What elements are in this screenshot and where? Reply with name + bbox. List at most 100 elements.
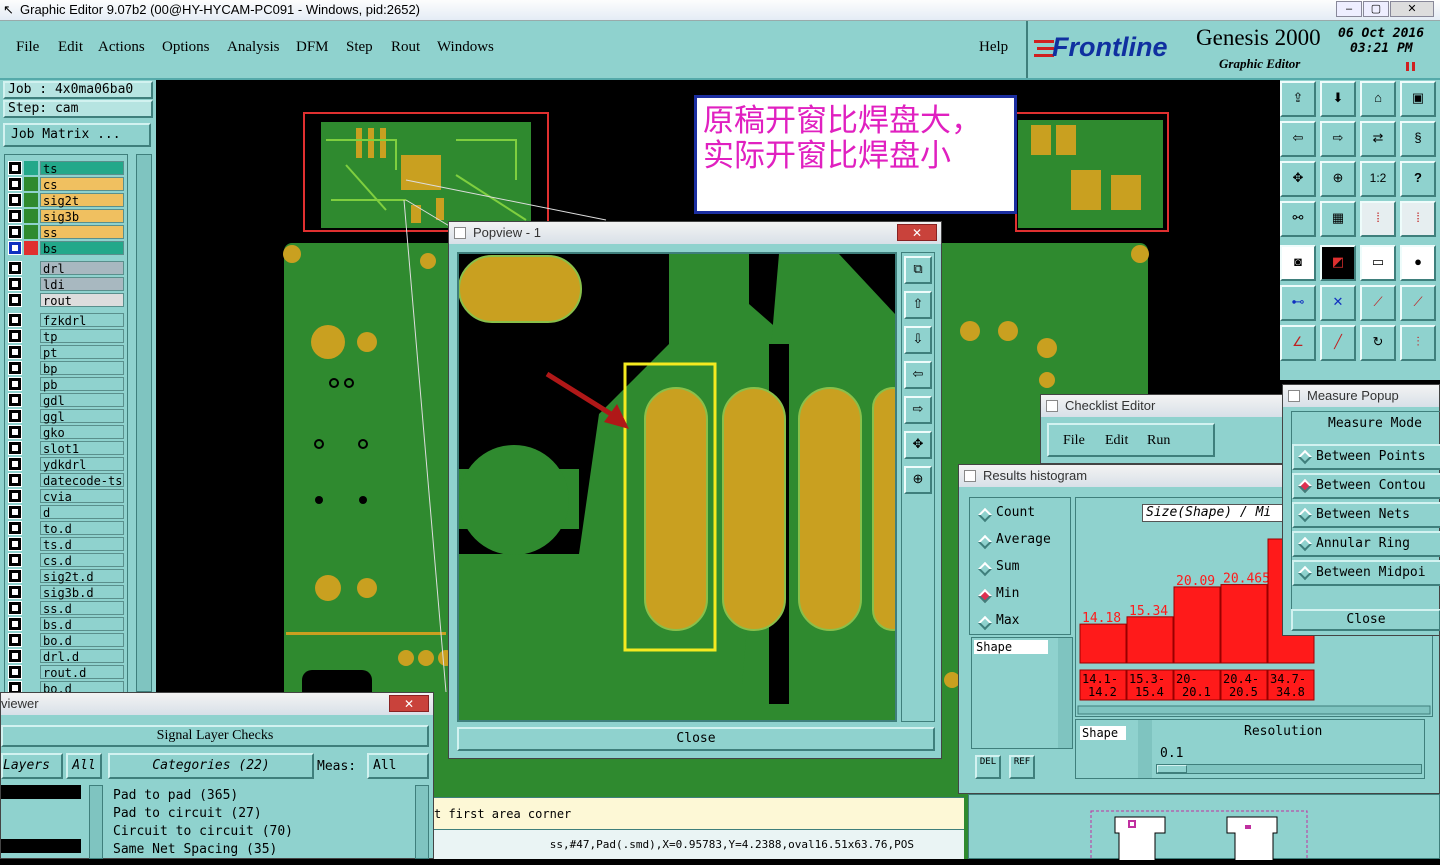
- cross-icon[interactable]: ✕: [1320, 285, 1356, 321]
- shape-scrollbar[interactable]: [1058, 638, 1072, 748]
- cl-menu-file[interactable]: File: [1063, 433, 1085, 449]
- menu-windows[interactable]: Windows: [437, 39, 494, 56]
- maximize-button[interactable]: ▢: [1363, 1, 1389, 17]
- layer-row-2[interactable]: [1, 839, 81, 853]
- layer-checkbox[interactable]: [8, 489, 22, 503]
- measure-radio[interactable]: [1297, 536, 1313, 552]
- layer-checkbox[interactable]: [8, 649, 22, 663]
- measure-option[interactable]: Annular Ring: [1292, 531, 1440, 557]
- radio-min[interactable]: [977, 588, 993, 604]
- del-button[interactable]: DEL: [975, 755, 1001, 779]
- layer-row[interactable]: drl.d: [8, 649, 124, 664]
- ref-button[interactable]: REF: [1009, 755, 1035, 779]
- resolution-slider[interactable]: [1156, 764, 1422, 774]
- layer-checkbox[interactable]: [8, 241, 22, 255]
- layer-row[interactable]: to.d: [8, 521, 124, 536]
- line-icon[interactable]: ⟋: [1360, 285, 1396, 321]
- histogram-bar[interactable]: [1220, 584, 1268, 664]
- layer-checkbox[interactable]: [8, 585, 22, 599]
- grid-icon[interactable]: ▦: [1320, 201, 1356, 237]
- layer-checkbox[interactable]: [8, 601, 22, 615]
- layer-checkbox[interactable]: [8, 277, 22, 291]
- redraw-icon[interactable]: §: [1400, 121, 1436, 157]
- slash-icon[interactable]: ╱: [1320, 325, 1356, 361]
- layer-row[interactable]: fzkdrl: [8, 313, 124, 328]
- layer-row[interactable]: cvia: [8, 489, 124, 504]
- measure-option[interactable]: Between Contou: [1292, 473, 1440, 499]
- pv-zoom-icon[interactable]: ⧉: [904, 256, 932, 284]
- layer-checkbox[interactable]: [8, 505, 22, 519]
- zoom-fit-icon[interactable]: ✥: [1280, 161, 1316, 197]
- measure-radio[interactable]: [1297, 478, 1313, 494]
- scale-icon[interactable]: 1:2: [1360, 161, 1396, 197]
- layer-row[interactable]: sig3b.d: [8, 585, 124, 600]
- layer-row[interactable]: ggl: [8, 409, 124, 424]
- connect-icon[interactable]: ⊷: [1280, 285, 1316, 321]
- layer-checkbox[interactable]: [8, 293, 22, 307]
- radio-average[interactable]: [977, 534, 993, 550]
- menu-options[interactable]: Options: [162, 39, 210, 56]
- layer-checkbox[interactable]: [8, 681, 22, 692]
- snap2-icon[interactable]: ⁞: [1400, 201, 1436, 237]
- pan-down-icon[interactable]: ⬇: [1320, 81, 1356, 117]
- layer-checkbox[interactable]: [8, 209, 22, 223]
- layer-row[interactable]: bs.d: [8, 617, 124, 632]
- layer-row[interactable]: bs: [8, 241, 124, 256]
- menu-actions[interactable]: Actions: [98, 39, 145, 56]
- category-item[interactable]: Pad to pad (365): [113, 787, 293, 805]
- category-item[interactable]: Circuit to circuit (70): [113, 823, 293, 841]
- layer-row-1[interactable]: [1, 785, 81, 799]
- layer-row[interactable]: datecode-ts: [8, 473, 124, 488]
- layer-row[interactable]: tp: [8, 329, 124, 344]
- layer-row[interactable]: pb: [8, 377, 124, 392]
- layer-checkbox[interactable]: [8, 225, 22, 239]
- layer-checkbox[interactable]: [8, 537, 22, 551]
- menu-rout[interactable]: Rout: [391, 39, 420, 56]
- line2-icon[interactable]: ⟋: [1400, 285, 1436, 321]
- layer-row[interactable]: drl: [8, 261, 124, 276]
- layer-row[interactable]: rout.d: [8, 665, 124, 680]
- select-icon[interactable]: ◙: [1280, 245, 1316, 281]
- layer-row[interactable]: gko: [8, 425, 124, 440]
- shape-list-item[interactable]: Shape: [974, 640, 1048, 654]
- layer-checkbox[interactable]: [8, 177, 22, 191]
- minimize-button[interactable]: –: [1336, 1, 1362, 17]
- layer-scrollbar[interactable]: [136, 154, 152, 692]
- histogram-bar[interactable]: [1173, 586, 1221, 664]
- menu-step[interactable]: Step: [346, 39, 373, 56]
- layer-checkbox[interactable]: [8, 393, 22, 407]
- category-item[interactable]: Pad to circuit (27): [113, 805, 293, 823]
- help-icon[interactable]: ?: [1400, 161, 1436, 197]
- color-icon[interactable]: ◩: [1320, 245, 1356, 281]
- layers-all-button[interactable]: All: [66, 753, 102, 779]
- measure-option[interactable]: Between Points: [1292, 444, 1440, 470]
- measure-option[interactable]: Between Midpoi: [1292, 560, 1440, 586]
- measure-option[interactable]: Between Nets: [1292, 502, 1440, 528]
- layer-row[interactable]: ldi: [8, 277, 124, 292]
- shape-field-scroll[interactable]: [1138, 720, 1152, 778]
- layer-row[interactable]: sig3b: [8, 209, 124, 224]
- snap-icon[interactable]: ⁞: [1360, 201, 1396, 237]
- menu-dfm[interactable]: DFM: [296, 39, 329, 56]
- shape-field[interactable]: Shape: [1080, 726, 1126, 740]
- popview-close-button[interactable]: Close: [457, 727, 935, 751]
- layer-checkbox[interactable]: [8, 409, 22, 423]
- layer-checkbox[interactable]: [8, 633, 22, 647]
- layer-checkbox[interactable]: [8, 345, 22, 359]
- layer-row[interactable]: bo.d: [8, 681, 124, 692]
- categories-button[interactable]: Categories (22): [108, 753, 314, 779]
- histogram-bar[interactable]: [1126, 616, 1174, 664]
- layer-row[interactable]: ydkdrl: [8, 457, 124, 472]
- layer-row[interactable]: pt: [8, 345, 124, 360]
- menu-edit[interactable]: Edit: [58, 39, 83, 56]
- layer-checkbox[interactable]: [8, 261, 22, 275]
- layer-row[interactable]: gdl: [8, 393, 124, 408]
- layer-checkbox[interactable]: [8, 161, 22, 175]
- mini-map[interactable]: [968, 794, 1440, 862]
- rotate-icon[interactable]: ↻: [1360, 325, 1396, 361]
- layer-checkbox[interactable]: [8, 441, 22, 455]
- layer-checkbox[interactable]: [8, 313, 22, 327]
- zoom-center-icon[interactable]: ⊕: [1320, 161, 1356, 197]
- home-icon[interactable]: ⌂: [1360, 81, 1396, 117]
- layer-row[interactable]: slot1: [8, 441, 124, 456]
